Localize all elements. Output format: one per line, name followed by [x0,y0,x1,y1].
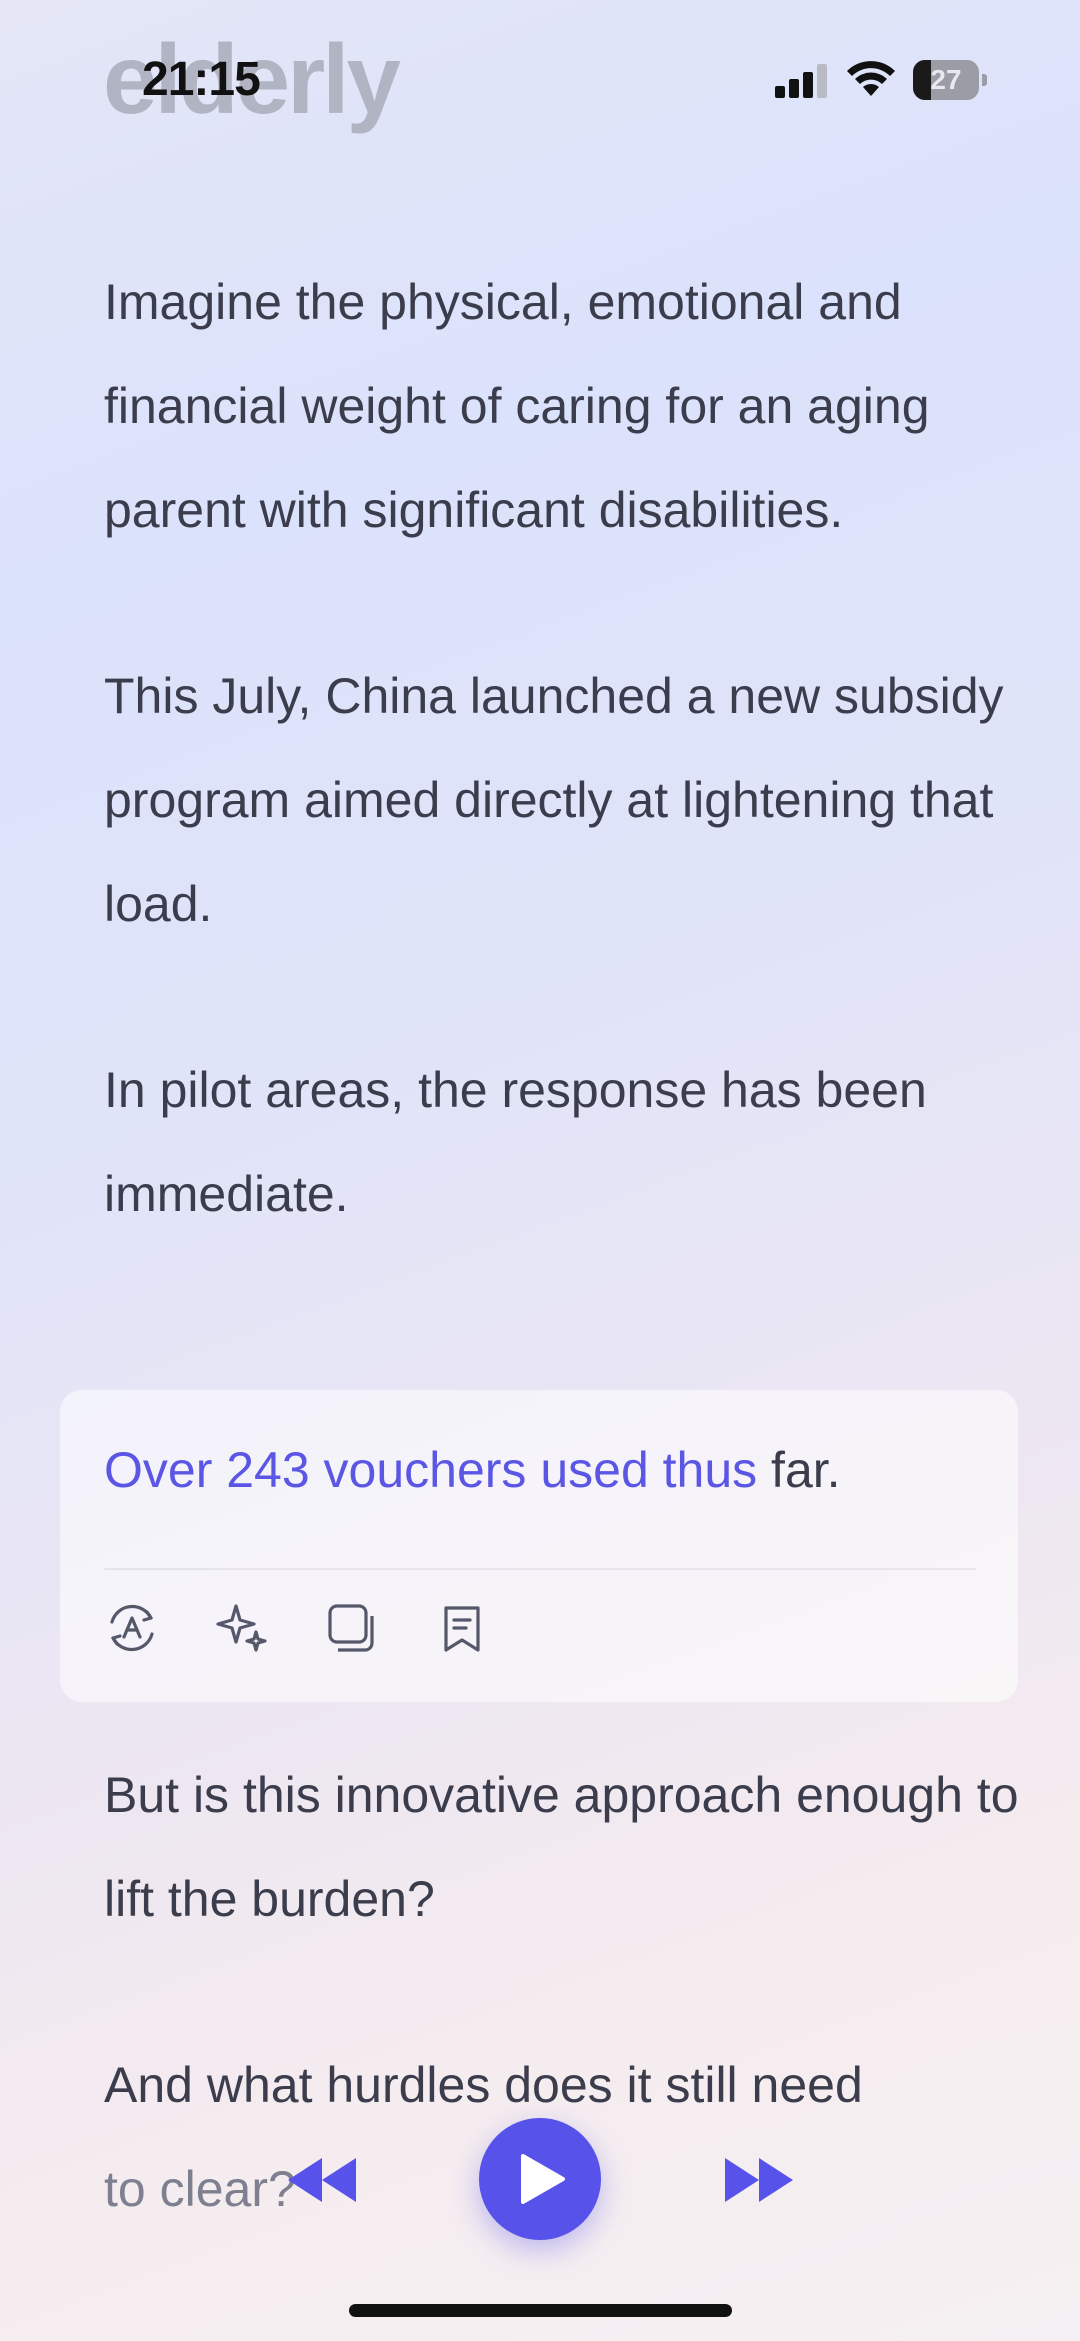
play-icon [521,2154,565,2204]
home-indicator[interactable] [349,2304,732,2317]
fast-forward-icon [725,2158,793,2202]
play-button[interactable] [479,2118,601,2240]
battery-icon: 27 [913,60,987,100]
rewind-icon [288,2158,356,2202]
sentence-rest: far. [757,1442,841,1498]
battery-level: 27 [930,64,962,95]
highlighted-sentence[interactable]: Over 243 vouchers used thus far. [104,1440,841,1500]
card-divider [104,1568,976,1570]
bookmark-button[interactable] [434,1600,490,1656]
sparkle-icon [216,1604,267,1652]
audio-player-controls [0,2110,1080,2250]
ai-sparkle-button[interactable] [214,1600,270,1656]
paragraph[interactable]: In pilot areas, the response has been im… [104,1038,1004,1246]
status-time: 21:15 [142,53,261,106]
status-bar: elderly 21:15 27 [0,0,1080,150]
paragraph[interactable]: This July, China launched a new subsidy … [104,644,1004,956]
wifi-icon [847,61,895,96]
fast-forward-button[interactable] [723,2150,795,2210]
copy-icon [328,1604,374,1652]
bookmark-icon [444,1606,480,1652]
copy-button[interactable] [324,1600,380,1656]
paragraph[interactable]: Imagine the physical, emotional and fina… [104,250,1004,562]
cellular-signal-icon [775,64,827,98]
translate-button[interactable] [104,1600,160,1656]
article-body-top: Imagine the physical, emotional and fina… [104,250,1004,1328]
translate-icon [110,1604,154,1652]
paragraph[interactable]: But is this innovative approach enough t… [104,1743,1024,1951]
paragraph-line: And what hurdles does it still need [104,2057,863,2113]
rewind-button[interactable] [286,2150,358,2210]
highlight-card[interactable]: Over 243 vouchers used thus far. [60,1390,1018,1702]
highlighted-span: Over 243 vouchers used thus [104,1442,758,1498]
